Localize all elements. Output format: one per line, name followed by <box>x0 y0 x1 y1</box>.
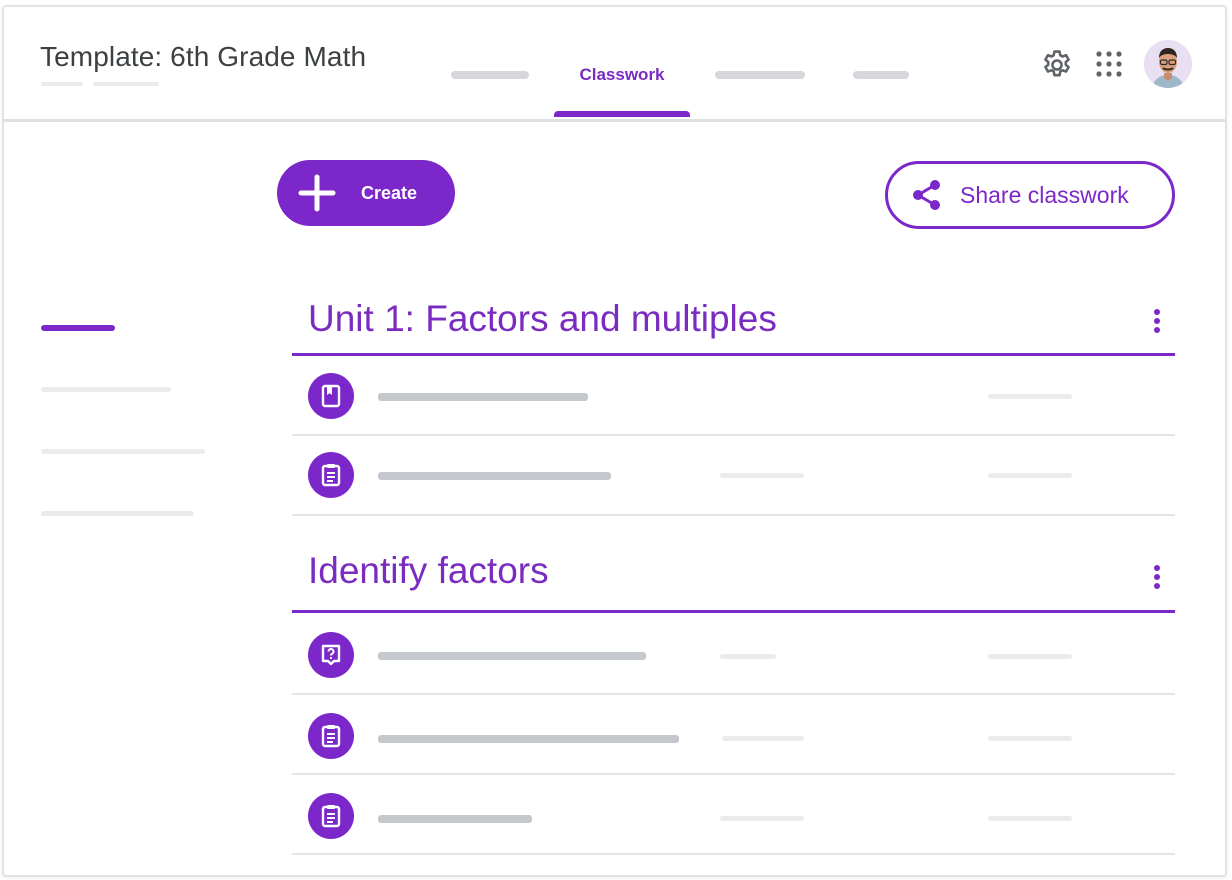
tab-classwork-indicator <box>554 111 690 117</box>
share-classwork-button[interactable]: Share classwork <box>885 161 1175 229</box>
topic-nav-item[interactable] <box>41 387 171 392</box>
avatar-portrait <box>1144 40 1192 88</box>
plus-icon <box>298 174 336 212</box>
list-item[interactable] <box>292 356 1175 436</box>
assignment-icon <box>308 452 354 498</box>
item-title-placeholder <box>378 735 679 743</box>
list-item[interactable] <box>292 436 1175 516</box>
list-item[interactable] <box>292 775 1175 855</box>
title-subtext-placeholder <box>41 82 83 86</box>
topic-divider <box>292 610 1175 613</box>
tab-stream[interactable] <box>451 71 529 79</box>
question-icon <box>308 632 354 678</box>
app-window: Template: 6th Grade Math Classwork Creat… <box>2 5 1227 877</box>
more-options-icon[interactable] <box>1147 307 1167 337</box>
item-meta-placeholder <box>720 473 804 478</box>
share-label: Share classwork <box>960 181 1129 208</box>
tab-classwork[interactable]: Classwork <box>554 65 690 85</box>
avatar[interactable] <box>1144 40 1192 88</box>
assignment-icon <box>308 713 354 759</box>
item-date-placeholder <box>988 654 1072 659</box>
item-title-placeholder <box>378 652 646 660</box>
item-title-placeholder <box>378 393 588 401</box>
gear-icon[interactable] <box>1040 48 1074 82</box>
item-date-placeholder <box>988 816 1072 821</box>
item-date-placeholder <box>988 394 1072 399</box>
list-item[interactable] <box>292 615 1175 695</box>
assignment-icon <box>308 793 354 839</box>
tab-people[interactable] <box>715 71 805 79</box>
material-icon <box>308 373 354 419</box>
item-date-placeholder <box>988 473 1072 478</box>
top-app-bar: Template: 6th Grade Math Classwork <box>4 7 1225 122</box>
title-subtext-placeholder <box>93 82 159 86</box>
class-title: Template: 6th Grade Math <box>40 41 367 72</box>
apps-grid-icon[interactable] <box>1094 49 1124 79</box>
more-options-icon[interactable] <box>1147 563 1167 593</box>
item-date-placeholder <box>988 736 1072 741</box>
item-meta-placeholder <box>720 816 804 821</box>
tab-grades[interactable] <box>853 71 909 79</box>
topic-title: Identify factors <box>308 550 549 591</box>
topic-nav-item[interactable] <box>41 449 205 454</box>
item-title-placeholder <box>378 815 532 823</box>
item-title-placeholder <box>378 472 611 480</box>
create-label: Create <box>361 182 418 203</box>
item-meta-placeholder <box>722 736 804 741</box>
topic-nav-item[interactable] <box>41 511 194 516</box>
list-item[interactable] <box>292 695 1175 775</box>
topic-nav-active[interactable] <box>41 325 115 331</box>
share-icon <box>913 180 940 210</box>
create-button[interactable]: Create <box>277 160 455 226</box>
topic-title: Unit 1: Factors and multiples <box>308 298 777 339</box>
item-meta-placeholder <box>720 654 776 659</box>
